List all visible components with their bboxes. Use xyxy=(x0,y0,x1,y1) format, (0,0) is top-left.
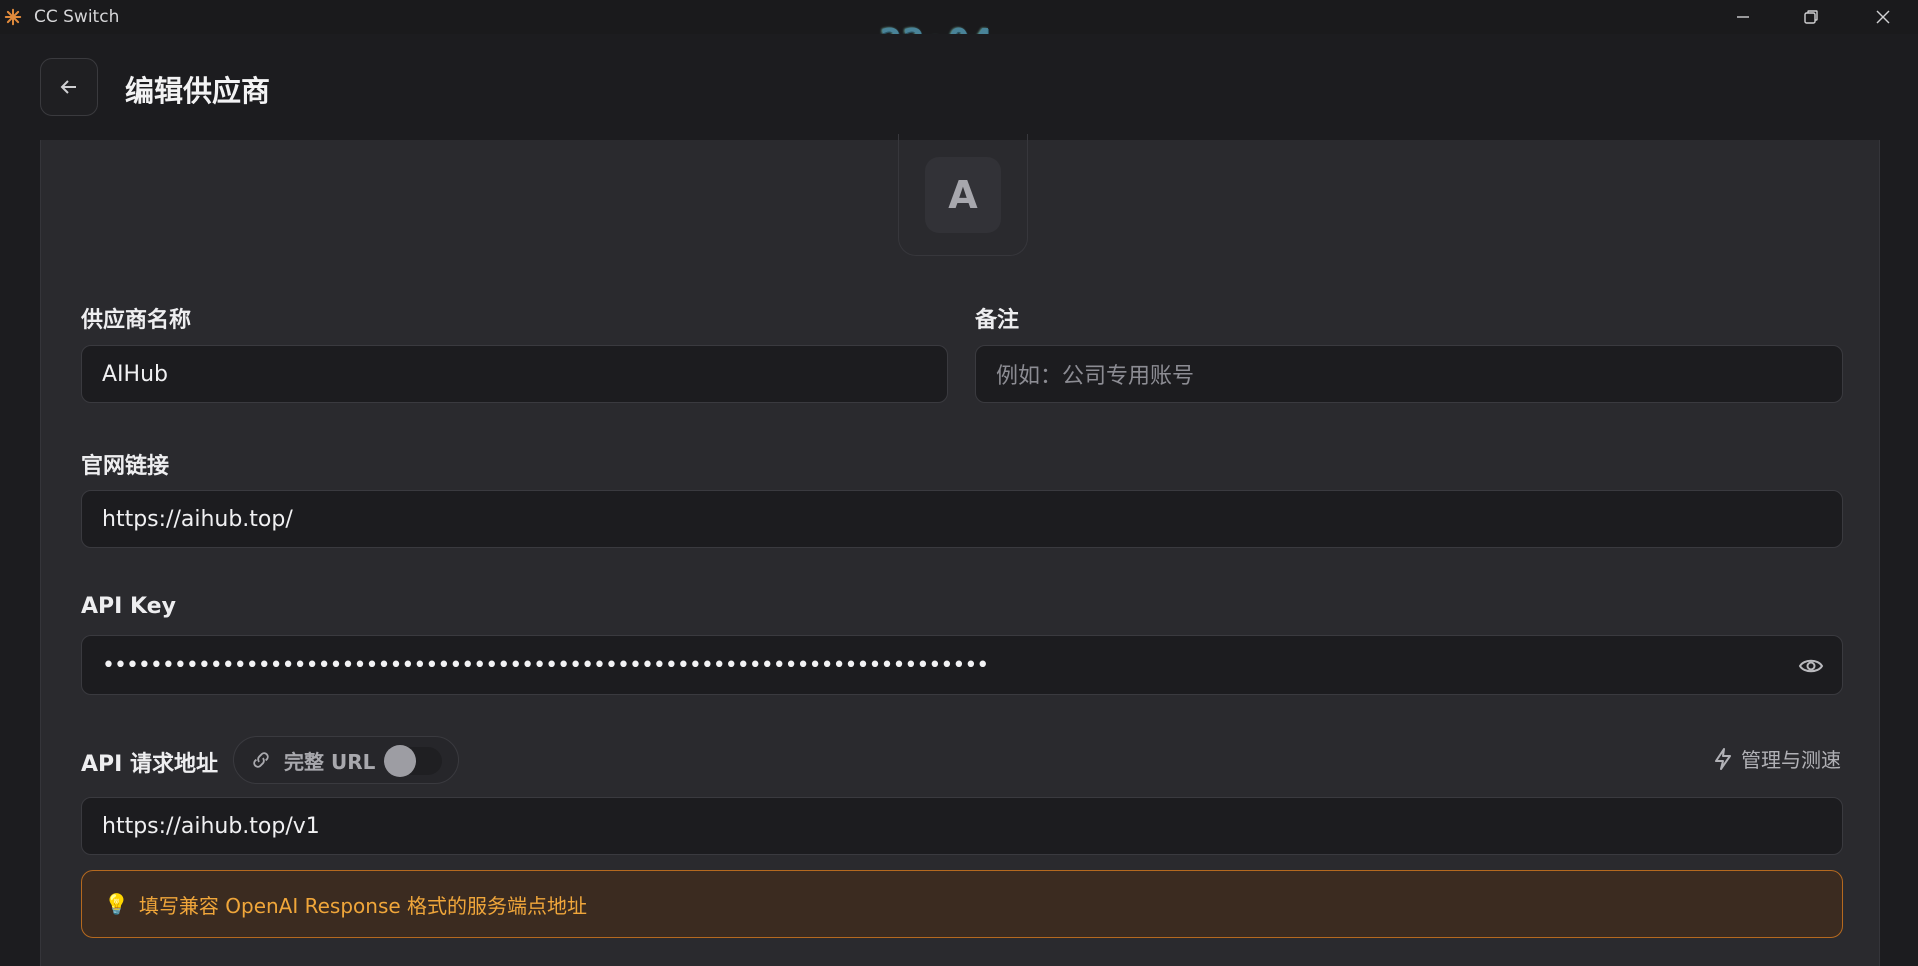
restore-button[interactable] xyxy=(1778,0,1844,34)
close-icon xyxy=(1876,10,1890,24)
manage-label: 管理与测速 xyxy=(1741,748,1841,772)
page-header: 编辑供应商 xyxy=(0,34,1918,140)
provider-avatar: A xyxy=(925,156,1001,233)
arrow-left-icon xyxy=(60,80,76,94)
back-button[interactable] xyxy=(40,58,98,116)
provider-name-input[interactable]: AIHub xyxy=(81,345,948,403)
eye-icon[interactable] xyxy=(1798,653,1824,685)
minimize-icon xyxy=(1737,16,1749,18)
provider-name-label: 供应商名称 xyxy=(81,308,192,333)
note-label: 备注 xyxy=(975,308,1020,333)
website-label: 官网链接 xyxy=(81,454,170,479)
website-input[interactable]: https://aihub.top/ xyxy=(81,490,1843,548)
lightbulb-icon: 💡 xyxy=(104,892,129,916)
api-key-label: API Key xyxy=(81,594,176,619)
full-url-switch[interactable] xyxy=(384,745,442,777)
endpoint-label: API 请求地址 xyxy=(81,752,218,777)
endpoint-hint-text: 填写兼容 OpenAI Response 格式的服务端点地址 xyxy=(138,893,588,918)
full-url-toggle[interactable]: 完整 URL xyxy=(233,736,459,784)
link-icon xyxy=(250,749,272,771)
restore-icon xyxy=(1804,10,1818,24)
manage-and-speedtest-button[interactable]: 管理与测速 xyxy=(1713,744,1841,773)
app-logo-icon xyxy=(4,8,22,26)
note-input[interactable]: 例如：公司专用账号 xyxy=(975,345,1843,403)
switch-knob xyxy=(384,745,416,777)
provider-form-panel: A 供应商名称 AIHub 备注 例如：公司专用账号 官网链接 https://… xyxy=(40,134,1880,966)
full-url-label: 完整 URL xyxy=(284,749,376,774)
endpoint-hint: 💡 填写兼容 OpenAI Response 格式的服务端点地址 xyxy=(81,870,1843,938)
api-key-input[interactable]: ••••••••••••••••••••••••••••••••••••••••… xyxy=(81,635,1843,695)
window-title: CC Switch xyxy=(34,7,120,27)
avatar-picker[interactable]: A xyxy=(898,134,1028,256)
api-key-masked-value: ••••••••••••••••••••••••••••••••••••••••… xyxy=(102,652,989,678)
lightning-icon xyxy=(1715,747,1731,770)
minimize-button[interactable] xyxy=(1710,0,1776,34)
close-button[interactable] xyxy=(1850,0,1916,34)
page-title: 编辑供应商 xyxy=(125,74,271,108)
endpoint-input[interactable]: https://aihub.top/v1 xyxy=(81,797,1843,855)
